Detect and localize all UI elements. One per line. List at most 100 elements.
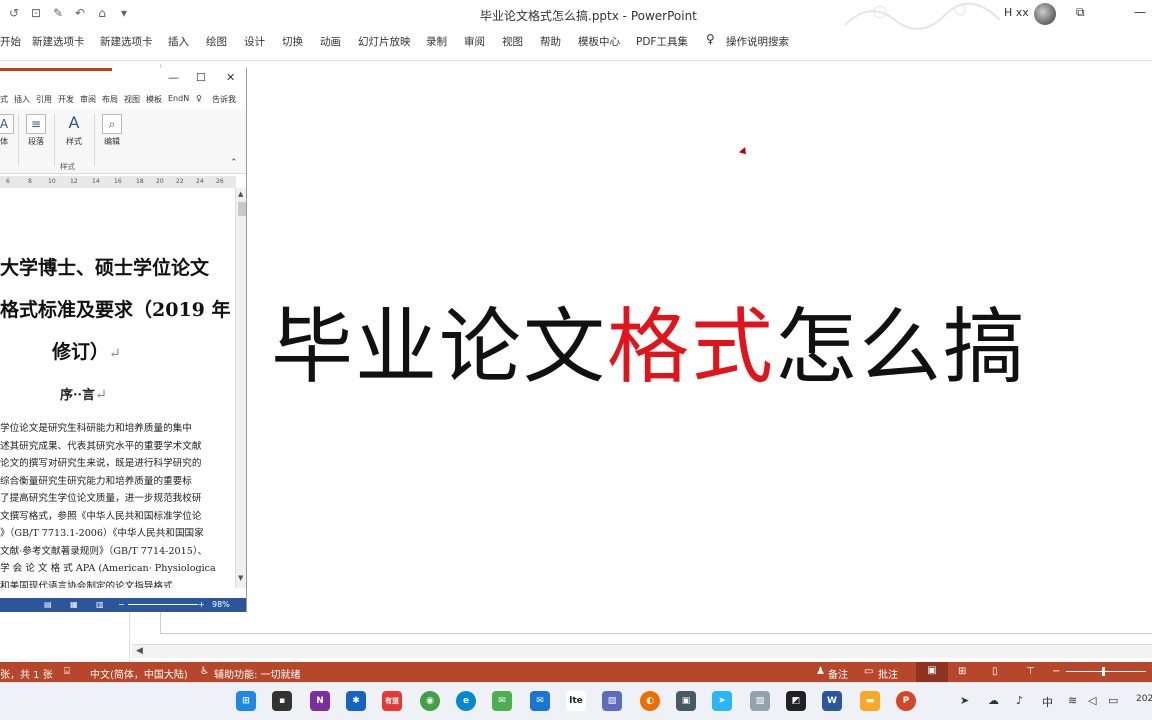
- user-name[interactable]: H xx: [1004, 6, 1029, 19]
- accessibility-status[interactable]: 辅助功能: 一切就绪: [214, 666, 301, 681]
- collapse-ribbon-icon[interactable]: ⌃: [230, 158, 238, 168]
- word-edit-button[interactable]: ⌕ 编辑: [98, 114, 126, 147]
- sticky-notes-icon[interactable]: ◩: [786, 691, 806, 711]
- wechat-icon[interactable]: ✉: [492, 691, 512, 711]
- powerpoint-taskbar-icon[interactable]: P: [896, 691, 916, 711]
- normal-view-icon[interactable]: ▣: [916, 662, 948, 682]
- onenote-icon[interactable]: N: [310, 691, 330, 711]
- youdao-icon[interactable]: 有道: [382, 691, 402, 711]
- slide-canvas[interactable]: 毕业论文格式怎么搞: [160, 64, 1152, 634]
- task-view-icon[interactable]: ▪: [272, 691, 292, 711]
- onedrive-icon[interactable]: ☁: [988, 694, 999, 707]
- word-tab-layout[interactable]: 布局: [102, 94, 118, 105]
- scroll-left-icon[interactable]: ◀: [136, 646, 143, 656]
- tab-design[interactable]: 设计: [244, 34, 265, 49]
- word-taskbar-icon[interactable]: W: [822, 691, 842, 711]
- chrome-icon[interactable]: ◉: [420, 691, 440, 711]
- clock[interactable]: 202: [1136, 694, 1152, 704]
- word-style-button[interactable]: A 样式: [60, 114, 88, 147]
- reading-view-icon[interactable]: ▯: [992, 666, 998, 677]
- word-minimize-icon[interactable]: —: [168, 71, 179, 84]
- comments-button[interactable]: 批注: [878, 666, 898, 681]
- word-window[interactable]: — ☐ ✕ 式 插入 引用 开发 审阅 布局 视图 模板 EndN ♀ 告诉我 …: [0, 68, 247, 612]
- print-layout-icon[interactable]: ▦: [70, 600, 78, 609]
- word-font-button[interactable]: A体: [0, 114, 18, 147]
- ime-indicator[interactable]: 中: [1042, 694, 1053, 710]
- word-zoom-slider[interactable]: [128, 604, 198, 605]
- word-tab-developer[interactable]: 开发: [58, 94, 74, 105]
- tab-draw[interactable]: 绘图: [206, 34, 227, 49]
- word-tab-review[interactable]: 审阅: [80, 94, 96, 105]
- windows-start-icon[interactable]: ⊞: [236, 691, 256, 711]
- scroll-up-icon[interactable]: ▲: [238, 190, 243, 198]
- notes-button[interactable]: 备注: [828, 666, 848, 681]
- web-layout-icon[interactable]: ▥: [96, 600, 104, 609]
- word-tab-references[interactable]: 引用: [36, 94, 52, 105]
- slide-sorter-icon[interactable]: ⊞: [958, 666, 966, 677]
- ppt-zoom-thumb[interactable]: [1102, 667, 1105, 676]
- minimize-icon[interactable]: —: [1134, 5, 1146, 19]
- word-tell-me[interactable]: 告诉我: [212, 94, 236, 105]
- word-close-icon[interactable]: ✕: [226, 71, 235, 84]
- file-explorer-icon[interactable]: ▬: [860, 691, 880, 711]
- tab-transitions[interactable]: 切换: [282, 34, 303, 49]
- scroll-down-icon[interactable]: ▼: [238, 574, 243, 582]
- app-star-icon[interactable]: ✱: [346, 691, 366, 711]
- wifi-icon[interactable]: ≋: [1068, 694, 1077, 707]
- mail-icon[interactable]: ✉: [530, 691, 550, 711]
- word-maximize-icon[interactable]: ☐: [196, 71, 206, 84]
- pen-icon[interactable]: ✎: [50, 6, 66, 20]
- word-document-page[interactable]: 大学博士、硕士学位论文 格式标准及要求（2019 年 修订）↵ 序··言↵ 学位…: [0, 188, 235, 588]
- word-paragraph-button[interactable]: ≡ 段落: [22, 114, 50, 147]
- send-icon[interactable]: ➤: [960, 694, 969, 707]
- photos-icon[interactable]: ▨: [750, 691, 770, 711]
- tab-insert[interactable]: 插入: [168, 34, 189, 49]
- tab-new-1[interactable]: 新建选项卡: [32, 34, 85, 49]
- tab-template-center[interactable]: 模板中心: [578, 34, 620, 49]
- avatar[interactable]: [1034, 3, 1056, 25]
- tab-pdf-tools[interactable]: PDF工具集: [636, 34, 688, 49]
- tab-animations[interactable]: 动画: [320, 34, 341, 49]
- ribbon-display-icon[interactable]: ⧉: [1076, 5, 1085, 20]
- zoom-out-icon[interactable]: −: [118, 600, 125, 609]
- lte-icon[interactable]: lte: [566, 691, 586, 711]
- slide-title[interactable]: 毕业论文格式怎么搞: [271, 280, 1027, 399]
- tab-new-2[interactable]: 新建选项卡: [100, 34, 153, 49]
- image-app-icon[interactable]: ▧: [602, 691, 622, 711]
- slideshow-icon[interactable]: ⊤: [1026, 666, 1035, 677]
- undo-icon[interactable]: ↶: [72, 6, 88, 20]
- scroll-thumb[interactable]: [238, 202, 246, 216]
- horizontal-scrollbar[interactable]: ◀: [132, 644, 1152, 658]
- language-status[interactable]: 中文(简体，中国大陆): [90, 666, 188, 681]
- zoom-in-icon[interactable]: +: [198, 600, 205, 609]
- battery-icon[interactable]: ▭: [1108, 694, 1118, 707]
- ppt-zoom-slider[interactable]: [1066, 671, 1146, 672]
- word-vertical-scrollbar[interactable]: ▲ ▼: [235, 188, 246, 588]
- word-tab-view[interactable]: 视图: [124, 94, 140, 105]
- firefox-icon[interactable]: ◐: [640, 691, 660, 711]
- word-tab-insert[interactable]: 插入: [14, 94, 30, 105]
- tab-view[interactable]: 视图: [502, 34, 523, 49]
- word-zoom-level[interactable]: 98%: [212, 600, 230, 609]
- tab-help[interactable]: 帮助: [540, 34, 561, 49]
- tab-record[interactable]: 录制: [426, 34, 447, 49]
- spellcheck-icon[interactable]: ⌸: [64, 666, 70, 677]
- tab-home[interactable]: 开始: [0, 34, 21, 49]
- word-tab-endnote[interactable]: EndN: [168, 94, 189, 103]
- tab-slideshow[interactable]: 幻灯片放映: [358, 34, 411, 49]
- word-ruler[interactable]: 6 8 10 12 14 16 18 20 22 24 26: [0, 176, 236, 188]
- autosave-icon[interactable]: ↺: [6, 6, 22, 20]
- customize-qat-icon[interactable]: ▾: [116, 6, 132, 20]
- format-painter-icon[interactable]: ⌂: [94, 6, 110, 20]
- microphone-icon[interactable]: ♪: [1016, 694, 1023, 707]
- ppt-zoom-out-icon[interactable]: −: [1052, 666, 1060, 677]
- telegram-icon[interactable]: ➤: [712, 691, 732, 711]
- word-tab-template[interactable]: 模板: [146, 94, 162, 105]
- edge-icon[interactable]: e: [456, 691, 476, 711]
- word-tab-format[interactable]: 式: [0, 94, 8, 105]
- read-mode-icon[interactable]: ▤: [44, 600, 52, 609]
- tell-me-search[interactable]: 操作说明搜索: [726, 34, 789, 49]
- window-app-icon[interactable]: ▣: [676, 691, 696, 711]
- volume-icon[interactable]: ◁: [1088, 694, 1096, 707]
- tab-review[interactable]: 审阅: [464, 34, 485, 49]
